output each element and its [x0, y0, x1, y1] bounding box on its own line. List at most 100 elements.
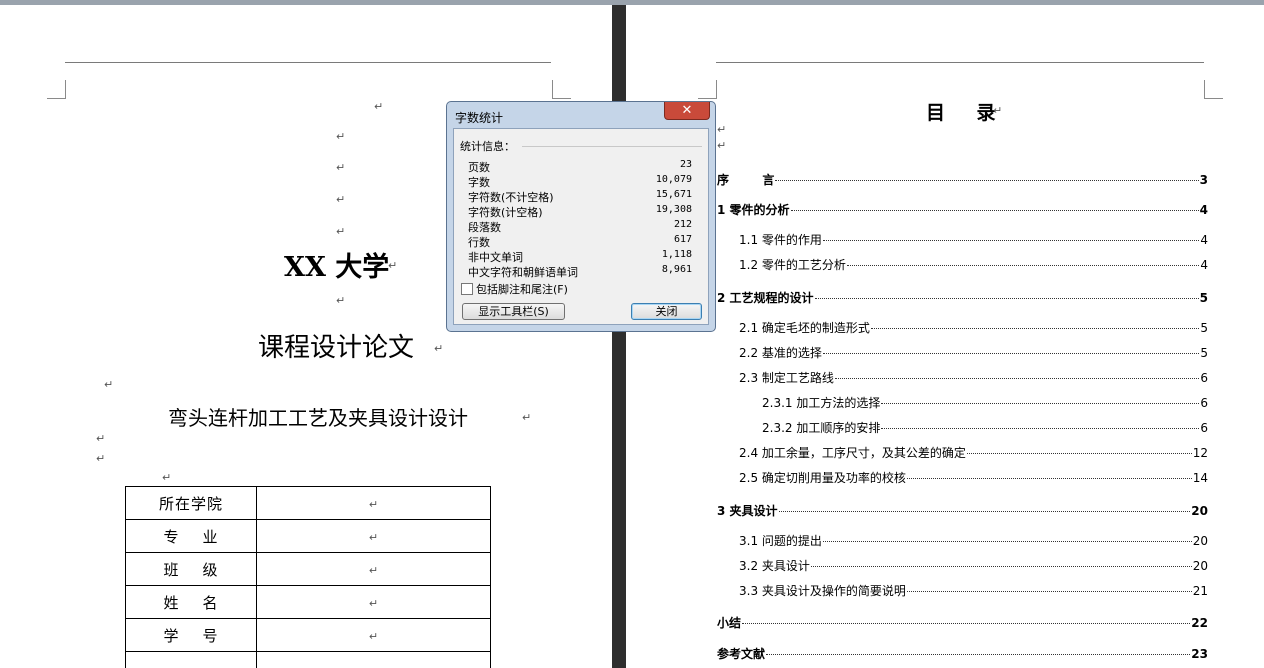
toc-entry[interactable]: 3.1 问题的提出 20 — [739, 532, 1208, 549]
toc-leader-dots — [810, 566, 1192, 567]
toc-entry[interactable]: 2.5 确定切削用量及功率的校核 14 — [739, 469, 1208, 486]
toc-entry[interactable]: 3 夹具设计 20 — [717, 502, 1208, 519]
close-icon[interactable]: ✕ — [664, 102, 710, 120]
toc-page-number: 6 — [1200, 396, 1208, 410]
toc-entry[interactable]: 序 言 3 — [717, 171, 1208, 188]
stat-value: 10,079 — [655, 174, 692, 185]
toc-entry[interactable]: 1.1 零件的作用 4 — [739, 231, 1208, 248]
stat-row: 中文字符和朝鲜语单词 8,961 — [468, 264, 692, 279]
paragraph-mark: ↵ — [434, 342, 444, 355]
toc-leader-dots — [881, 403, 1200, 404]
toc-entry-text: 1 零件的分析 — [717, 203, 790, 217]
margin-corner-mark — [1204, 80, 1223, 99]
table-row: 姓 名 ↵ — [125, 585, 491, 619]
stat-label: 行数 — [468, 236, 490, 249]
toc-leader-dots — [775, 180, 1199, 181]
stat-row: 字符数(计空格) 19,308 — [468, 204, 692, 219]
paragraph-mark: ↵ — [104, 378, 114, 391]
toc-leader-dots — [742, 623, 1191, 624]
toc-entry-text: 2.5 确定切削用量及功率的校核 — [739, 471, 906, 485]
stat-row: 字数 10,079 — [468, 174, 692, 189]
info-value-cell[interactable]: ↵ — [256, 618, 491, 652]
thesis-subject: 弯头连杆加工工艺及夹具设计设计 — [168, 406, 468, 430]
toc-leader-dots — [966, 453, 1192, 454]
stat-label: 页数 — [468, 161, 490, 174]
toc-entry[interactable]: 2.2 基准的选择 5 — [739, 344, 1208, 361]
stat-value: 1,118 — [661, 249, 692, 260]
toc-entry[interactable]: 2.3 制定工艺路线 6 — [739, 369, 1208, 386]
paragraph-mark: ↵ — [368, 531, 379, 544]
info-value-cell[interactable]: ↵ — [256, 585, 491, 619]
include-footnotes-checkbox[interactable] — [461, 283, 473, 295]
stat-label: 字符数(不计空格) — [468, 191, 554, 204]
paragraph-mark: ↵ — [368, 630, 379, 643]
toc-entry-text: 2.3.2 加工顺序的安排 — [762, 421, 881, 435]
toc-page-number: 23 — [1191, 647, 1208, 661]
toc-title: 目 录 — [926, 102, 997, 124]
toc-entry-text: 2.4 加工余量，工序尺寸，及其公差的确定 — [739, 446, 966, 460]
toc-page-number: 21 — [1192, 584, 1208, 598]
toc-entry-text: 2.2 基准的选择 — [739, 346, 822, 360]
stat-row: 行数 617 — [468, 234, 692, 249]
toc-entry[interactable]: 1.2 零件的工艺分析 4 — [739, 256, 1208, 273]
paragraph-mark: ↵ — [717, 123, 727, 136]
stat-label: 字符数(计空格) — [468, 206, 543, 219]
paragraph-mark: ↵ — [336, 193, 346, 206]
paragraph-mark: ↵ — [374, 100, 384, 113]
toc-entry[interactable]: 2.3.1 加工方法的选择 6 — [762, 394, 1208, 411]
close-button[interactable]: 关闭 — [631, 303, 702, 320]
toc-entry[interactable]: 3.3 夹具设计及操作的简要说明 21 — [739, 582, 1208, 599]
toc-entry[interactable]: 2.3.2 加工顺序的安排 6 — [762, 419, 1208, 436]
info-label: 姓 名 — [125, 585, 257, 619]
toc-entry[interactable]: 2.4 加工余量，工序尺寸，及其公差的确定 12 — [739, 444, 1208, 461]
paragraph-mark: ↵ — [717, 139, 727, 152]
info-label-partial — [125, 651, 257, 668]
toc-entry[interactable]: 3.2 夹具设计 20 — [739, 557, 1208, 574]
toc-entry-text: 2.3 制定工艺路线 — [739, 371, 834, 385]
toc-entry-text: 序 言 — [717, 173, 775, 187]
stat-label: 非中文单词 — [468, 251, 523, 264]
paragraph-mark: ↵ — [336, 225, 346, 238]
toc-entry[interactable]: 2 工艺规程的设计 5 — [717, 289, 1208, 306]
info-value-cell[interactable]: ↵ — [256, 519, 491, 553]
show-toolbar-button[interactable]: 显示工具栏(S) — [462, 303, 565, 320]
toc-page-number: 4 — [1199, 203, 1208, 217]
toc-page-number: 20 — [1191, 504, 1208, 518]
stat-label: 中文字符和朝鲜语单词 — [468, 266, 578, 279]
table-row: 班 级 ↵ — [125, 552, 491, 586]
toc-page-number: 3 — [1199, 173, 1208, 187]
info-value-cell[interactable]: ↵ — [256, 486, 491, 520]
toc-page-number: 12 — [1192, 446, 1208, 460]
toc-leader-dots — [881, 428, 1200, 429]
table-row: 所在学院 ↵ — [125, 486, 491, 520]
toc-entry-text: 小结 — [717, 616, 742, 630]
stat-label: 字数 — [468, 176, 490, 189]
stat-value: 8,961 — [661, 264, 692, 275]
toc-entry[interactable]: 2.1 确定毛坯的制造形式 5 — [739, 319, 1208, 336]
toc-leader-dots — [778, 511, 1191, 512]
stat-value: 212 — [673, 219, 692, 230]
paragraph-mark: ↵ — [993, 104, 1003, 117]
paragraph-mark: ↵ — [368, 564, 379, 577]
toc-leader-dots — [814, 298, 1199, 299]
toc-entry-text: 2.3.1 加工方法的选择 — [762, 396, 881, 410]
stat-row: 字符数(不计空格) 15,671 — [468, 189, 692, 204]
dialog-title: 字数统计 — [455, 111, 504, 125]
info-label: 所在学院 — [125, 486, 257, 520]
info-value-cell[interactable]: ↵ — [256, 552, 491, 586]
toc-entry[interactable]: 1 零件的分析 4 — [717, 201, 1208, 218]
toc-entry[interactable]: 小结 22 — [717, 614, 1208, 631]
course-title: 课程设计论文 — [258, 333, 415, 363]
stat-row: 页数 23 — [468, 159, 692, 174]
header-line — [65, 62, 551, 63]
include-footnotes-label[interactable]: 包括脚注和尾注(F) — [476, 281, 568, 297]
toc-page-number: 22 — [1191, 616, 1208, 630]
toc-entry[interactable]: 参考文献 23 — [717, 645, 1208, 662]
toc-entry-text: 参考文献 — [717, 647, 766, 661]
toc-page-number: 5 — [1199, 291, 1208, 305]
toc-page-number: 5 — [1200, 321, 1208, 335]
stat-label: 段落数 — [468, 221, 501, 234]
toc-leader-dots — [846, 265, 1200, 266]
toc-leader-dots — [766, 654, 1191, 655]
student-info-table: 所在学院 ↵ 专 业 ↵ 班 级 ↵ 姓 名 ↵ 学 号 ↵ — [125, 486, 491, 668]
